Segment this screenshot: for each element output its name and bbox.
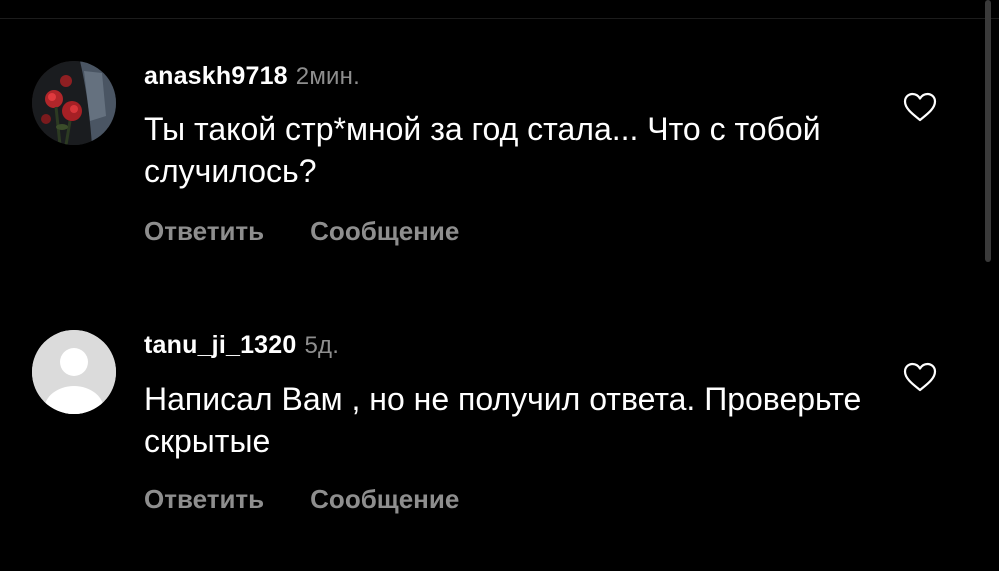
default-avatar-icon [32,330,116,414]
comment-meta: anaskh9718 2мин. [144,62,360,91]
rose-photo-icon [32,61,116,145]
comment-actions: Ответить Сообщение [144,484,459,515]
reply-button[interactable]: Ответить [144,216,264,247]
reply-button[interactable]: Ответить [144,484,264,515]
scrollbar[interactable] [985,0,991,262]
timestamp: 2мин. [295,63,360,90]
heart-outline-icon[interactable] [903,92,937,122]
comment-text: Написал Вам , но не получил ответа. Пров… [144,381,862,459]
message-button[interactable]: Сообщение [310,484,459,515]
comment-text: Ты такой стр*мной за год стала... Что с … [144,111,821,189]
timestamp: 5д. [304,332,340,359]
comment-meta: tanu_ji_1320 5д. [144,331,339,360]
avatar[interactable] [32,330,116,414]
heart-outline-icon[interactable] [903,362,937,392]
avatar[interactable] [32,61,116,145]
top-divider [0,18,999,19]
message-button[interactable]: Сообщение [310,216,459,247]
comment-actions: Ответить Сообщение [144,216,459,247]
username-link[interactable]: anaskh9718 [144,62,288,90]
username-link[interactable]: tanu_ji_1320 [144,331,297,359]
